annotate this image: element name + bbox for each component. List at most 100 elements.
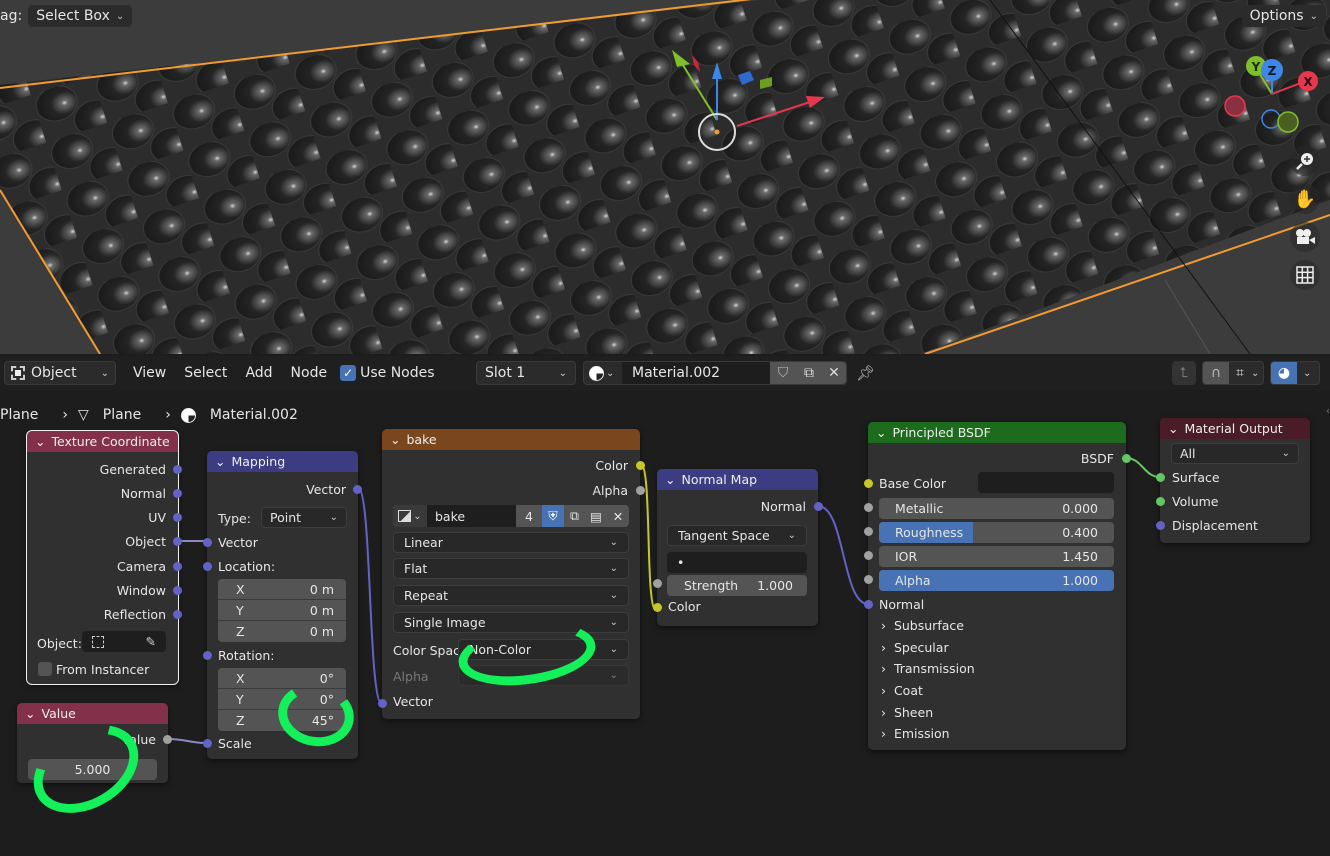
socket-vector-in[interactable] xyxy=(203,538,212,547)
panel-coat[interactable]: › Coat xyxy=(881,683,923,698)
menu-add[interactable]: Add xyxy=(236,365,281,381)
location-y-field[interactable]: Y 0 m xyxy=(218,600,346,621)
duplicate-material-icon[interactable]: ⧉ xyxy=(796,362,822,384)
socket-reflection[interactable] xyxy=(173,610,182,619)
image-browse-button[interactable]: ⌄ xyxy=(393,505,427,527)
socket-ior[interactable] xyxy=(864,551,873,560)
socket-location[interactable] xyxy=(203,562,212,571)
panel-emission[interactable]: › Emission xyxy=(881,726,950,741)
socket-alpha-out[interactable] xyxy=(636,486,645,495)
menu-select[interactable]: Select xyxy=(175,365,236,381)
from-instancer-checkbox[interactable] xyxy=(38,662,52,676)
panel-specular[interactable]: › Specular xyxy=(881,640,949,655)
slot-dropdown[interactable]: Slot 1 ⌄ xyxy=(476,361,576,385)
fake-user-shield-icon[interactable]: ⛨ xyxy=(542,505,564,527)
socket-alpha[interactable] xyxy=(864,575,873,584)
collapse-chevron-icon[interactable]: ⌄ xyxy=(390,432,400,447)
collapse-chevron-icon[interactable]: ⌄ xyxy=(665,472,675,487)
socket-object[interactable] xyxy=(173,537,182,546)
socket-value[interactable] xyxy=(163,735,172,744)
socket-scale[interactable] xyxy=(203,739,212,748)
mode-dropdown[interactable]: Object ⌄ xyxy=(4,361,116,385)
interpolation-dropdown[interactable]: Linear ⌄ xyxy=(393,532,629,553)
node-header[interactable]: ⌄ Value xyxy=(17,703,168,724)
grid-icon[interactable] xyxy=(1290,260,1320,290)
type-dropdown[interactable]: Point ⌄ xyxy=(261,507,347,528)
3d-viewport[interactable]: ag: Select Box ⌄ Options ⌄ Y Z X ✋ xyxy=(0,0,1330,354)
node-canvas[interactable]: ⌄ Texture Coordinate Generated Normal UV… xyxy=(0,396,1330,856)
node-header[interactable]: ⌄ bake xyxy=(382,429,640,450)
socket-volume[interactable] xyxy=(1156,497,1165,506)
material-browse-button[interactable]: ⌄ xyxy=(584,365,622,381)
snap-magnet-icon[interactable]: ∩ xyxy=(1203,362,1229,384)
parent-node-tree-icon[interactable]: ⮤ xyxy=(1172,361,1196,385)
node-header[interactable]: ⌄ Normal Map xyxy=(657,469,818,490)
socket-base-color[interactable] xyxy=(864,479,873,488)
material-name-field[interactable]: Material.002 xyxy=(622,362,770,384)
socket-normal[interactable] xyxy=(173,489,182,498)
node-normal-map[interactable]: ⌄ Normal Map Normal Tangent Space ⌄ • Str… xyxy=(653,469,823,626)
location-z-field[interactable]: Z 0 m xyxy=(218,621,346,642)
checkbox-checked-icon[interactable]: ✓ xyxy=(340,365,357,381)
socket-rotation[interactable] xyxy=(203,651,212,660)
image-users-count[interactable]: 4 xyxy=(516,505,542,527)
socket-strength[interactable] xyxy=(653,579,662,588)
camera-icon[interactable] xyxy=(1290,222,1320,252)
target-dropdown[interactable]: All ⌄ xyxy=(1171,443,1299,464)
collapse-chevron-icon[interactable]: ⌄ xyxy=(215,454,225,469)
collapse-chevron-icon[interactable]: ⌄ xyxy=(876,425,886,440)
panel-subsurface[interactable]: › Subsurface xyxy=(881,618,964,633)
collapse-chevron-icon[interactable]: ⌄ xyxy=(25,706,35,721)
node-material-output[interactable]: ⌄ Material Output All ⌄ Surface Volume Di… xyxy=(1156,418,1310,543)
open-image-icon[interactable]: ▤ xyxy=(585,505,607,527)
socket-metallic[interactable] xyxy=(864,503,873,512)
node-header[interactable]: ⌄ Material Output xyxy=(1160,418,1310,439)
socket-camera[interactable] xyxy=(173,562,182,571)
socket-window[interactable] xyxy=(173,586,182,595)
sidebar-toggle-arrow-icon[interactable]: ‹ xyxy=(1326,406,1330,417)
node-header[interactable]: ⌄ Mapping xyxy=(207,451,358,472)
node-texture-coordinate[interactable]: ⌄ Texture Coordinate Generated Normal UV… xyxy=(26,430,182,685)
duplicate-image-icon[interactable]: ⧉ xyxy=(564,505,585,527)
socket-color-out[interactable] xyxy=(636,461,645,470)
eyedropper-icon[interactable]: ✎ xyxy=(146,634,156,649)
uv-map-field[interactable]: • xyxy=(667,552,807,573)
node-header[interactable]: ⌄ Principled BSDF xyxy=(868,422,1126,443)
fake-user-shield-icon[interactable]: ⛉ xyxy=(770,362,796,384)
zoom-icon[interactable] xyxy=(1290,146,1320,176)
socket-generated[interactable] xyxy=(173,465,182,474)
menu-node[interactable]: Node xyxy=(282,365,337,381)
socket-color-in[interactable] xyxy=(653,603,662,612)
socket-vector-in[interactable] xyxy=(378,699,387,708)
menu-view[interactable]: View xyxy=(124,365,175,381)
extension-dropdown[interactable]: Repeat ⌄ xyxy=(393,585,629,606)
socket-uv[interactable] xyxy=(173,513,182,522)
options-dropdown[interactable]: Options ⌄ xyxy=(1241,5,1326,27)
space-dropdown[interactable]: Tangent Space ⌄ xyxy=(667,525,807,546)
socket-surface[interactable] xyxy=(1156,473,1165,482)
ior-field[interactable]: IOR 1.450 xyxy=(879,546,1114,567)
roughness-field[interactable]: Roughness 0.400 xyxy=(879,522,1114,543)
socket-displacement[interactable] xyxy=(1156,521,1165,530)
metallic-field[interactable]: Metallic 0.000 xyxy=(879,498,1114,519)
panel-transmission[interactable]: › Transmission xyxy=(881,661,975,676)
collapse-chevron-icon[interactable]: ⌄ xyxy=(35,434,45,449)
node-principled-bsdf[interactable]: ⌄ Principled BSDF BSDF Base Color Metall… xyxy=(864,422,1131,750)
snap-grid-icon[interactable]: ⌗ xyxy=(1229,365,1251,381)
location-x-field[interactable]: X 0 m xyxy=(218,579,346,600)
chevron-down-icon[interactable]: ⌄ xyxy=(1297,368,1311,379)
base-color-swatch[interactable] xyxy=(978,472,1114,493)
socket-roughness[interactable] xyxy=(864,527,873,536)
socket-vector-out[interactable] xyxy=(353,485,362,494)
chevron-down-icon[interactable]: ⌄ xyxy=(1251,368,1259,379)
projection-dropdown[interactable]: Flat ⌄ xyxy=(393,558,629,579)
navigation-gizmo[interactable]: Y Z X xyxy=(1220,52,1330,137)
image-name-field[interactable]: bake xyxy=(427,505,516,527)
pin-icon[interactable]: 📌︎ xyxy=(856,364,875,382)
socket-normal-out[interactable] xyxy=(814,502,823,511)
object-picker[interactable]: ✎ xyxy=(82,631,166,652)
socket-normal-in[interactable] xyxy=(864,600,873,609)
strength-field[interactable]: Strength 1.000 xyxy=(667,575,807,596)
alpha-field[interactable]: Alpha 1.000 xyxy=(879,570,1114,591)
collapse-chevron-icon[interactable]: ⌄ xyxy=(1168,421,1178,436)
